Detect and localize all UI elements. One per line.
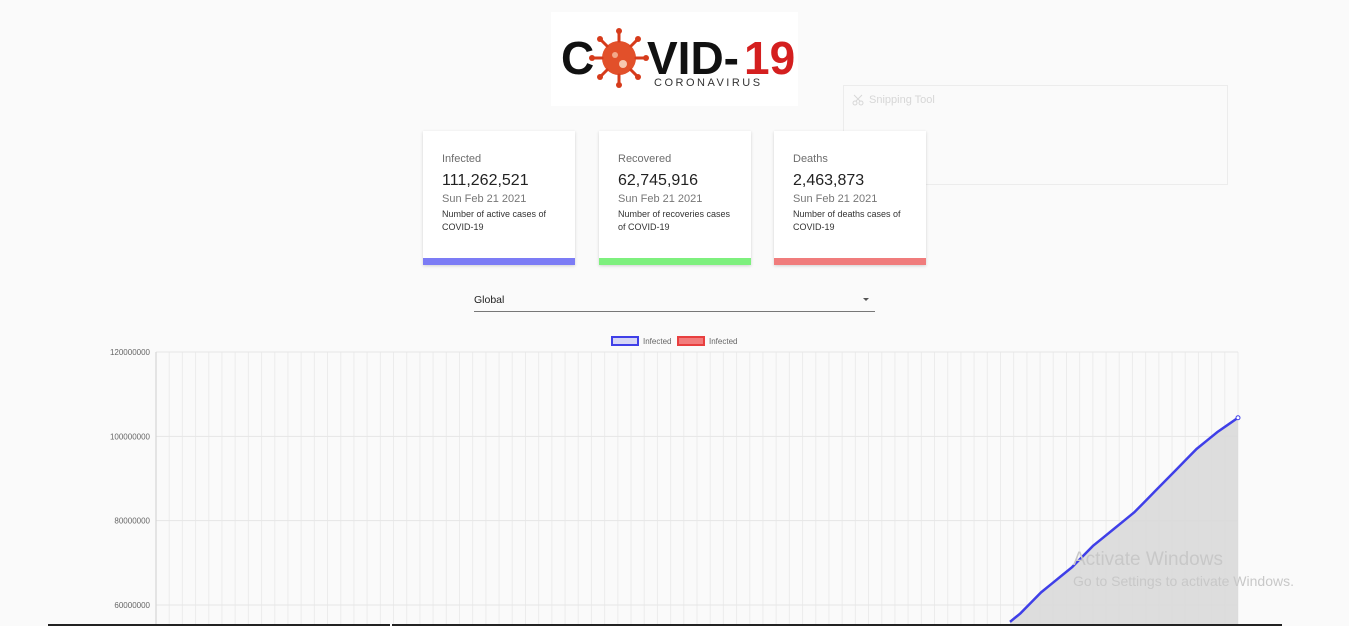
infected-last-point [1235,415,1241,421]
legend-swatch [611,336,639,346]
legend-swatch [677,336,705,346]
y-tick-label: 120000000 [110,348,151,357]
legend-label: Infected [643,337,671,346]
legend-label: Infected [709,337,737,346]
y-tick-label: 80000000 [114,517,150,526]
watermark-title: Activate Windows [1073,549,1223,570]
watermark-subtitle: Go to Settings to activate Windows. [1073,573,1294,589]
activate-windows-watermark: Activate Windows Go to Settings to activ… [1073,549,1294,589]
y-tick-label: 100000000 [110,432,151,441]
infected-line-chart: 120000000 100000000 80000000 60000000 Infect… [110,336,1241,626]
y-tick-label: 60000000 [114,601,150,610]
